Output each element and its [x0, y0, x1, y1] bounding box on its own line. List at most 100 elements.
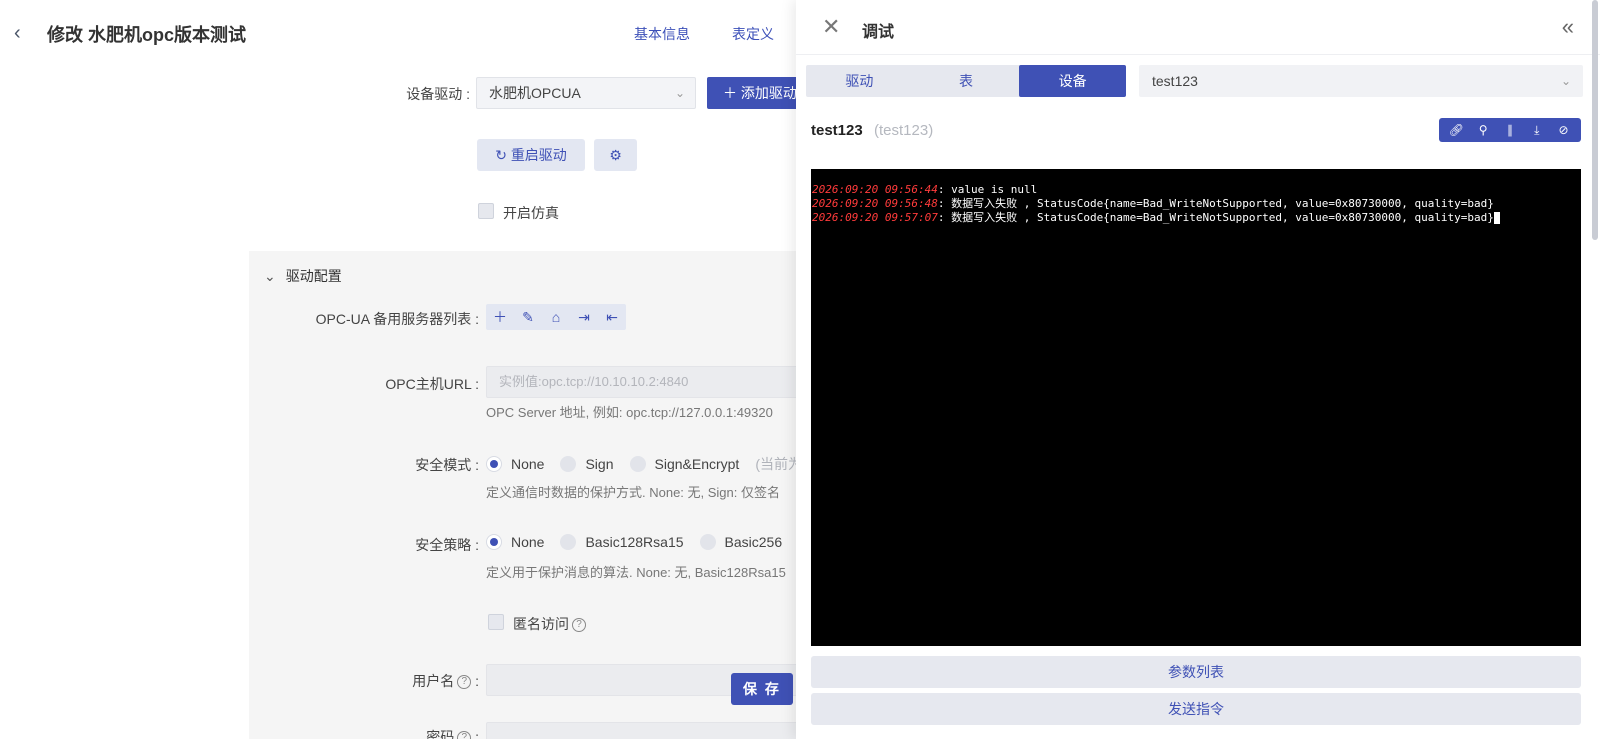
close-icon[interactable]: ✕	[822, 14, 840, 40]
page-title: 修改 水肥机opc版本测试	[47, 25, 247, 45]
username-label: 用户名	[412, 673, 455, 689]
log-text: 数据写入失败 , StatusCode{name=Bad_WriteNotSup…	[951, 211, 1494, 224]
drawer-header: ✕ 调试 «	[796, 0, 1600, 55]
security-policy-basic256[interactable]: Basic256	[699, 534, 783, 550]
nav-table-definition[interactable]: 表定义	[732, 24, 774, 44]
search-icon[interactable]: ⚲	[1472, 123, 1494, 137]
anonymous-label-wrap: 匿名访问?	[513, 614, 586, 634]
add-driver-label: 添加驱动	[740, 85, 797, 101]
host-url-hint: OPC Server 地址, 例如: opc.tcp://127.0.0.1:4…	[486, 405, 773, 420]
chevron-down-icon: ⌄	[674, 86, 685, 100]
link-icon[interactable]: 🔗︎	[1445, 123, 1467, 137]
bank-icon[interactable]: ⌂	[542, 309, 570, 325]
security-mode-none-label: None	[511, 456, 545, 472]
password-label-wrap: 密码? :	[279, 727, 479, 739]
help-icon[interactable]: ?	[457, 675, 472, 690]
help-icon[interactable]: ?	[572, 618, 586, 633]
plus-icon: ＋	[723, 85, 741, 101]
export-icon[interactable]: ⇤	[598, 309, 626, 326]
security-policy-basic256-label: Basic256	[724, 534, 783, 550]
tab-table[interactable]: 表	[913, 65, 1020, 97]
add-driver-button[interactable]: ＋ 添加驱动	[707, 77, 800, 109]
save-button[interactable]: 保 存	[731, 673, 793, 705]
log-text: 数据写入失败 , StatusCode{name=Bad_WriteNotSup…	[951, 197, 1494, 210]
security-policy-none[interactable]: None	[486, 534, 544, 550]
import-icon[interactable]: ⇥	[570, 309, 598, 326]
security-mode-sign-encrypt-label: Sign&Encrypt	[654, 456, 740, 472]
backup-servers-toolbar: ＋ ✎ ⌂ ⇥ ⇤	[486, 304, 626, 330]
log-line: 2026:09:20 09:57:07: 数据写入失败 , StatusCode…	[812, 211, 1581, 225]
simulate-label: 开启仿真	[503, 205, 559, 221]
log-line: 2026:09:20 09:56:48: 数据写入失败 , StatusCode…	[812, 197, 1494, 210]
driver-config-section[interactable]: ⌄ 驱动配置	[264, 266, 342, 286]
security-mode-label: 安全模式 :	[415, 457, 479, 473]
device-select[interactable]: test123 ⌄	[1139, 65, 1583, 97]
security-mode-none[interactable]: None	[486, 456, 544, 472]
drawer-scrollbar[interactable]	[1592, 0, 1598, 240]
refresh-icon: ↻	[495, 147, 511, 163]
security-mode-hint: 定义通信时数据的保护方式. None: 无, Sign: 仅签名	[486, 485, 780, 500]
nav-basic-info[interactable]: 基本信息	[634, 24, 690, 44]
download-icon[interactable]: ⤓	[1526, 123, 1548, 138]
device-alias: (test123)	[874, 122, 934, 139]
debug-tabs: 驱动 表 设备	[806, 65, 1127, 97]
device-name: test123	[811, 122, 863, 139]
double-chevron-left-icon[interactable]: «	[1562, 14, 1574, 40]
back-icon[interactable]: ‹	[14, 22, 34, 44]
security-mode-sign[interactable]: Sign	[560, 456, 614, 472]
help-icon[interactable]: ?	[457, 731, 472, 739]
device-select-value: test123	[1152, 73, 1198, 89]
clear-icon[interactable]: ⊘	[1553, 123, 1575, 137]
password-input[interactable]	[486, 722, 800, 739]
debug-drawer: ✕ 调试 « 驱动 表 设备 test123 ⌄ test123 (test12…	[796, 0, 1600, 739]
restart-driver-button[interactable]: ↻ 重启驱动	[477, 139, 585, 171]
send-command-button[interactable]: 发送指令	[811, 693, 1581, 725]
radio-icon	[629, 456, 646, 472]
password-label: 密码	[426, 729, 455, 739]
security-mode-group: None Sign Sign&Encrypt (当前为	[486, 454, 800, 474]
restart-driver-label: 重启驱动	[510, 147, 567, 163]
debug-button[interactable]: ⚙	[594, 139, 637, 171]
security-mode-sign-encrypt[interactable]: Sign&Encrypt	[629, 456, 740, 472]
log-line: 2026:09:20 09:56:44: value is null	[812, 183, 1038, 196]
radio-icon	[560, 456, 577, 472]
driver-select[interactable]: 水肥机OPCUA ⌄	[476, 77, 696, 109]
log-time: 2026:09:20 09:56:44	[812, 183, 938, 196]
add-icon[interactable]: ＋	[486, 307, 514, 327]
security-policy-none-label: None	[511, 534, 545, 550]
host-url-label: OPC主机URL :	[385, 376, 479, 392]
radio-icon	[560, 534, 577, 550]
driver-select-value: 水肥机OPCUA	[489, 85, 581, 101]
log-time: 2026:09:20 09:56:48	[812, 197, 938, 210]
log-time: 2026:09:20 09:57:07	[812, 211, 938, 224]
drawer-title: 调试	[862, 24, 895, 41]
edit-page: ‹ 修改 水肥机opc版本测试 基本信息 表定义 设备驱动 : 水肥机OPCUA…	[0, 0, 800, 739]
simulate-checkbox[interactable]	[478, 203, 494, 219]
host-url-input[interactable]: 实例值:opc.tcp://10.10.10.2:4840	[486, 366, 800, 398]
section-title: 驱动配置	[285, 268, 342, 284]
backup-servers-label: OPC-UA 备用服务器列表 :	[315, 311, 479, 327]
security-policy-basic128rsa15-label: Basic128Rsa15	[585, 534, 684, 550]
pause-icon[interactable]: ∥	[1499, 123, 1521, 137]
host-url-placeholder: 实例值:opc.tcp://10.10.10.2:4840	[499, 374, 689, 389]
chevron-down-icon: ⌄	[264, 268, 276, 284]
security-policy-basic128rsa15[interactable]: Basic128Rsa15	[560, 534, 684, 550]
radio-icon	[486, 456, 502, 472]
log-terminal[interactable]: 2026:09:20 09:56:44: value is null 2026:…	[811, 169, 1581, 646]
log-text: value is null	[951, 183, 1038, 196]
tab-driver[interactable]: 驱动	[806, 65, 913, 97]
bug-icon: ⚙	[609, 147, 622, 163]
username-label-wrap: 用户名? :	[412, 673, 479, 690]
terminal-toolbar: 🔗︎ ⚲ ∥ ⤓ ⊘	[1439, 118, 1581, 142]
edit-icon[interactable]: ✎	[514, 309, 542, 326]
anonymous-checkbox[interactable]	[488, 614, 504, 630]
security-policy-hint: 定义用于保护消息的算法. None: 无, Basic128Rsa15	[486, 565, 786, 580]
terminal-cursor	[1493, 212, 1500, 224]
params-list-button[interactable]: 参数列表	[811, 656, 1581, 688]
security-mode-suffix: (当前为	[755, 456, 800, 472]
radio-icon	[699, 534, 716, 550]
driver-label: 设备驱动 :	[406, 86, 470, 102]
tab-device[interactable]: 设备	[1019, 65, 1127, 97]
radio-icon	[486, 534, 502, 550]
security-mode-sign-label: Sign	[585, 456, 614, 472]
